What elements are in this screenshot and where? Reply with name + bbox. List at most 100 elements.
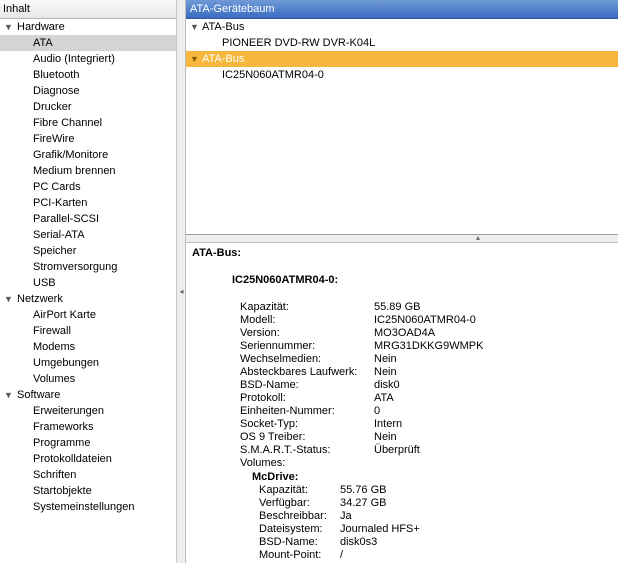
property-value: disk0 [374, 379, 400, 391]
property-row: Protokoll: ATA [240, 392, 618, 405]
sidebar-item[interactable]: Medium brennen [0, 163, 176, 179]
property-row: Kapazität: 55.89 GB [240, 301, 618, 314]
property-key: OS 9 Treiber: [240, 431, 306, 443]
property-value: Überprüft [374, 444, 420, 456]
ata-bus-label: ATA-Bus [202, 53, 245, 65]
property-value: / [340, 549, 344, 561]
device-row[interactable]: IC25N060ATMR04-0 [186, 67, 618, 83]
sidebar-item[interactable]: Umgebungen [0, 355, 176, 371]
triangle-down-icon[interactable]: ▼ [4, 19, 17, 35]
property-row: Absteckbares Laufwerk: Nein [240, 366, 618, 379]
sidebar-item[interactable]: AirPort Karte [0, 307, 176, 323]
triangle-down-icon[interactable]: ▼ [190, 51, 202, 67]
sidebar-item[interactable]: Programme [0, 435, 176, 451]
details-pane: ATA-Bus: IC25N060ATMR04-0: Kapazität: 55.… [186, 243, 618, 563]
sidebar-item[interactable]: Bluetooth [0, 67, 176, 83]
ata-bus-label: ATA-Bus [202, 21, 245, 33]
vertical-splitter[interactable]: ◂ [177, 0, 186, 563]
property-key: Einheiten-Nummer: [240, 405, 335, 417]
sidebar-item[interactable]: USB [0, 275, 176, 291]
property-row: Version: MO3OAD4A [240, 327, 618, 340]
sidebar-group-label: Netzwerk [17, 293, 63, 305]
device-tree-list: ▼ ATA-Bus PIONEER DVD-RW DVR-K04L ▼ ATA-Bus I… [186, 19, 618, 83]
property-value: MO3OAD4A [374, 327, 436, 339]
sidebar-item[interactable]: Serial-ATA [0, 227, 176, 243]
property-value: MRG31DKKG9WMPK [374, 340, 484, 352]
property-value: Nein [374, 366, 397, 378]
sidebar-item[interactable]: Startobjekte [0, 483, 176, 499]
sidebar-item[interactable]: Erweiterungen [0, 403, 176, 419]
property-value: Intern [374, 418, 403, 430]
property-key: Volumes: [240, 457, 286, 469]
property-row: Dateisystem: Journaled HFS+ [259, 523, 618, 536]
sidebar-item[interactable]: Systemeinstellungen [0, 499, 176, 515]
property-value: 34.27 GB [340, 497, 387, 509]
property-key: Kapazität: [259, 484, 308, 496]
property-row: BSD-Name: disk0s3 [259, 536, 618, 549]
property-key: Dateisystem: [259, 523, 323, 535]
volume-title: McDrive: [252, 471, 299, 483]
sidebar-item[interactable]: Fibre Channel [0, 115, 176, 131]
device-tree-pane: ATA-Gerätebaum ▼ ATA-Bus PIONEER DVD-RW DV… [186, 0, 618, 235]
sidebar-group-label: Hardware [17, 21, 65, 33]
sidebar-item[interactable]: Schriften [0, 467, 176, 483]
ata-bus-row[interactable]: ▼ ATA-Bus [186, 19, 618, 35]
sidebar-item[interactable]: Modems [0, 339, 176, 355]
property-value: disk0s3 [340, 536, 378, 548]
triangle-down-icon[interactable]: ▼ [4, 387, 17, 403]
splitter-handle-icon: ▴ [476, 233, 481, 242]
sidebar-item[interactable]: PCI-Karten [0, 195, 176, 211]
sidebar-item[interactable]: Volumes [0, 371, 176, 387]
property-row: Volumes: [240, 457, 618, 470]
device-title: IC25N060ATMR04-0: [232, 274, 339, 286]
sidebar-item[interactable]: FireWire [0, 131, 176, 147]
device-tree-header[interactable]: ATA-Gerätebaum [186, 0, 618, 19]
ata-bus-row[interactable]: ▼ ATA-Bus [186, 51, 618, 67]
contents-sidebar: Inhalt ▼ Hardware ATA Audio (Integriert) Blu… [0, 0, 177, 563]
property-value: 55.76 GB [340, 484, 387, 496]
sidebar-column-header[interactable]: Inhalt [0, 0, 176, 19]
property-key: BSD-Name: [240, 379, 299, 391]
property-key: Protokoll: [240, 392, 286, 404]
property-row: Beschreibbar: Ja [259, 510, 618, 523]
property-row: Kapazität: 55.76 GB [259, 484, 618, 497]
property-row: Seriennummer: MRG31DKKG9WMPK [240, 340, 618, 353]
sidebar-item[interactable]: Audio (Integriert) [0, 51, 176, 67]
splitter-handle-icon: ◂ [179, 287, 184, 296]
device-row[interactable]: PIONEER DVD-RW DVR-K04L [186, 35, 618, 51]
property-row: Socket-Typ: Intern [240, 418, 618, 431]
sidebar-item[interactable]: Protokolldateien [0, 451, 176, 467]
sidebar-item[interactable]: Drucker [0, 99, 176, 115]
sidebar-group-label: Software [17, 389, 61, 401]
property-row: Verfügbar: 34.27 GB [259, 497, 618, 510]
sidebar-item[interactable]: Frameworks [0, 419, 176, 435]
triangle-down-icon[interactable]: ▼ [190, 19, 202, 35]
property-value: 55.89 GB [374, 301, 421, 313]
property-row: BSD-Name: disk0 [240, 379, 618, 392]
property-key: Absteckbares Laufwerk: [240, 366, 358, 378]
property-key: Mount-Point: [259, 549, 322, 561]
sidebar-item[interactable]: Speicher [0, 243, 176, 259]
property-key: Wechselmedien: [240, 353, 322, 365]
sidebar-item[interactable]: Diagnose [0, 83, 176, 99]
sidebar-group-netzwerk[interactable]: ▼ Netzwerk [0, 291, 176, 307]
property-row: Wechselmedien: Nein [240, 353, 618, 366]
property-key: Kapazität: [240, 301, 289, 313]
triangle-down-icon[interactable]: ▼ [4, 291, 17, 307]
property-key: S.M.A.R.T.-Status: [240, 444, 331, 456]
sidebar-item[interactable]: Stromversorgung [0, 259, 176, 275]
sidebar-group-hardware[interactable]: ▼ Hardware [0, 19, 176, 35]
property-key: BSD-Name: [259, 536, 318, 548]
property-value: ATA [374, 392, 394, 404]
property-value: Ja [340, 510, 352, 522]
sidebar-item[interactable]: ATA [0, 35, 176, 51]
property-key: Socket-Typ: [240, 418, 299, 430]
sidebar-group-software[interactable]: ▼ Software [0, 387, 176, 403]
horizontal-splitter[interactable]: ▴ [186, 233, 618, 243]
property-value: Nein [374, 431, 397, 443]
sidebar-item[interactable]: PC Cards [0, 179, 176, 195]
sidebar-item[interactable]: Grafik/Monitore [0, 147, 176, 163]
property-row: Mount-Point: / [259, 549, 618, 562]
sidebar-item[interactable]: Parallel-SCSI [0, 211, 176, 227]
sidebar-item[interactable]: Firewall [0, 323, 176, 339]
